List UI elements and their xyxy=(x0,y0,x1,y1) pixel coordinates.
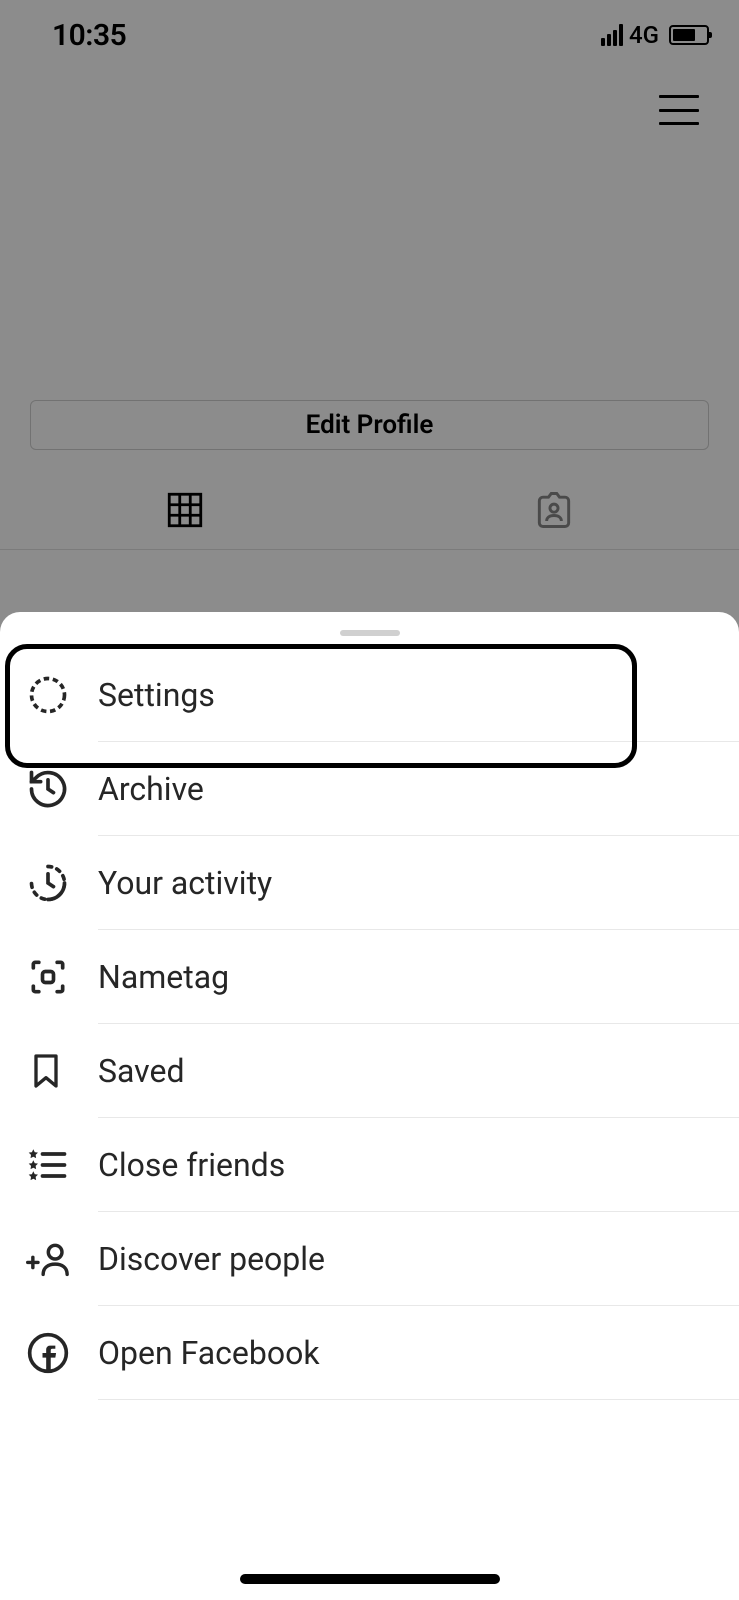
menu-item-settings[interactable]: Settings xyxy=(0,648,739,742)
menu-item-saved[interactable]: Saved xyxy=(0,1024,739,1118)
menu-label: Saved xyxy=(98,1052,184,1090)
discover-people-icon xyxy=(26,1237,74,1281)
archive-icon xyxy=(26,767,70,811)
saved-icon xyxy=(26,1049,66,1093)
menu-label: Open Facebook xyxy=(98,1334,320,1372)
menu-label: Nametag xyxy=(98,958,229,996)
settings-icon xyxy=(26,673,70,717)
menu-item-close-friends[interactable]: Close friends xyxy=(0,1118,739,1212)
menu-label: Archive xyxy=(98,770,204,808)
sheet-drag-handle[interactable] xyxy=(340,630,400,636)
menu-item-nametag[interactable]: Nametag xyxy=(0,930,739,1024)
menu-label: Settings xyxy=(98,676,215,714)
facebook-icon xyxy=(26,1331,70,1375)
bottom-sheet: Settings Archive Your activity xyxy=(0,612,739,1600)
home-indicator[interactable] xyxy=(240,1574,500,1584)
close-friends-icon xyxy=(26,1143,70,1187)
nametag-icon xyxy=(26,955,70,999)
menu-item-open-facebook[interactable]: Open Facebook xyxy=(0,1306,739,1400)
activity-icon xyxy=(26,861,70,905)
menu-item-discover-people[interactable]: Discover people xyxy=(0,1212,739,1306)
menu-label: Discover people xyxy=(98,1240,325,1278)
menu-item-your-activity[interactable]: Your activity xyxy=(0,836,739,930)
menu-item-archive[interactable]: Archive xyxy=(0,742,739,836)
menu-label: Your activity xyxy=(98,864,272,902)
menu-label: Close friends xyxy=(98,1146,285,1184)
